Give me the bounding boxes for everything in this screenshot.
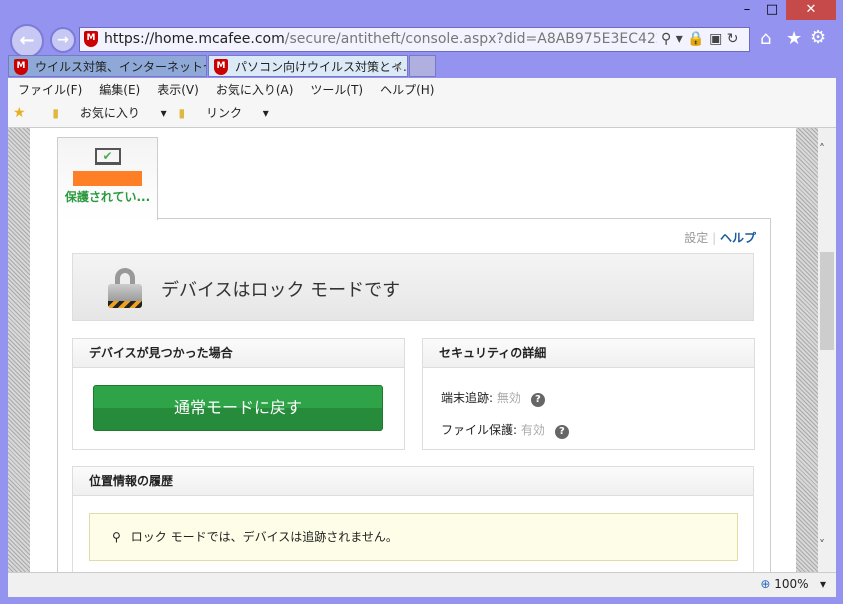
return-normal-mode-button[interactable]: 通常モードに戻す <box>93 385 383 431</box>
device-found-box: デバイスが見つかった場合 通常モードに戻す <box>72 338 405 450</box>
menu-bar: ファイル(F) 編集(E) 表示(V) お気に入り(A) ツール(T) ヘルプ(H) ★ … <box>8 78 836 128</box>
page-margin-left <box>8 128 30 572</box>
new-tab-button[interactable] <box>409 55 436 77</box>
tab-2[interactable]: M パソコン向けウイルス対策とイ... ✕ <box>208 55 408 77</box>
menu-edit[interactable]: 編集(E) <box>99 83 140 97</box>
top-links: 設定 | ヘルプ <box>684 231 756 245</box>
device-name-redacted <box>73 171 142 186</box>
tracking-value: 無効 <box>496 391 521 405</box>
address-tools[interactable]: ⚲ ▾ 🔒 ▣ ↻ <box>657 28 749 51</box>
menu-favorites[interactable]: お気に入り(A) <box>216 83 294 97</box>
zoom-icon: ⊕ <box>760 577 771 591</box>
device-found-title: デバイスが見つかった場合 <box>73 339 404 368</box>
mcafee-shield-icon: M <box>84 31 98 47</box>
lock-banner: デバイスはロック モードです <box>72 253 754 321</box>
tab-label: パソコン向けウイルス対策とイ... <box>235 60 408 74</box>
mcafee-shield-icon: M <box>214 59 228 75</box>
location-note: ⚲ ロック モードでは、デバイスは追跡されません。 <box>89 513 738 561</box>
page-viewport: ˄ ˅ ✔ 保護されてい... 設定 | ヘルプ デバイスはロック モードです … <box>8 128 836 586</box>
help-question-icon[interactable]: ? <box>530 393 545 407</box>
maximize-button[interactable]: □ <box>760 0 784 20</box>
device-tab[interactable]: ✔ 保護されてい... <box>57 137 158 220</box>
scroll-up-icon[interactable]: ˄ <box>819 142 825 156</box>
links-folder[interactable]: リンク <box>206 106 242 120</box>
favorites-folder[interactable]: お気に入り <box>80 106 140 120</box>
security-details-box: セキュリティの詳細 端末追跡: 無効? ファイル保護: 有効? <box>422 338 755 450</box>
tab-1[interactable]: M ウイルス対策、インターネットセキュ... <box>8 55 207 77</box>
home-icon[interactable]: ⌂ <box>760 28 771 49</box>
settings-link[interactable]: 設定 <box>684 231 708 245</box>
location-note-text: ロック モードでは、デバイスは追跡されません。 <box>130 530 398 544</box>
status-bar: ⊕ 100% ▾ <box>8 572 836 597</box>
gear-icon[interactable]: ⚙ <box>810 27 826 48</box>
padlock-icon <box>108 268 142 308</box>
zoom-level: 100% <box>774 577 809 591</box>
tracking-label: 端末追跡: <box>441 391 494 405</box>
scroll-down-icon[interactable]: ˅ <box>819 538 825 552</box>
folder-icon: ▮ <box>52 106 59 120</box>
menu-tools[interactable]: ツール(T) <box>310 83 363 97</box>
add-favorite-icon[interactable]: ★ <box>13 105 26 121</box>
close-tab-icon[interactable]: ✕ <box>393 56 403 76</box>
file-protection-label: ファイル保護: <box>441 423 518 437</box>
address-bar[interactable]: M https://home.mcafee.com/secure/antithe… <box>79 27 750 52</box>
lock-banner-text: デバイスはロック モードです <box>161 280 401 301</box>
laptop-check-icon: ✔ <box>94 148 121 165</box>
tracking-row: 端末追跡: 無効? <box>441 382 754 414</box>
folder-icon: ▮ <box>178 106 186 120</box>
map-pin-icon: ⚲ <box>112 530 121 544</box>
vertical-scrollbar[interactable]: ˄ ˅ <box>818 128 836 572</box>
minimize-button[interactable]: – <box>736 0 758 20</box>
menu-file[interactable]: ファイル(F) <box>18 83 82 97</box>
page-margin-right <box>796 128 818 572</box>
scrollbar-thumb[interactable] <box>820 252 834 350</box>
back-button[interactable]: ← <box>10 24 44 58</box>
device-status: 保護されてい... <box>64 190 151 204</box>
menu-help[interactable]: ヘルプ(H) <box>380 83 434 97</box>
tab-label: ウイルス対策、インターネットセキュ... <box>35 60 206 74</box>
zoom-control[interactable]: ⊕ 100% ▾ <box>760 577 826 591</box>
close-button[interactable]: ✕ <box>786 0 836 20</box>
file-protection-value: 有効 <box>520 423 545 437</box>
location-history-title: 位置情報の履歴 <box>73 467 753 496</box>
forward-button[interactable]: → <box>50 27 76 53</box>
help-link[interactable]: ヘルプ <box>720 231 756 245</box>
mcafee-shield-icon: M <box>14 59 28 75</box>
location-history-box: 位置情報の履歴 ⚲ ロック モードでは、デバイスは追跡されません。 <box>72 466 754 586</box>
favorites-star-icon[interactable]: ★ <box>786 28 802 49</box>
file-protection-row: ファイル保護: 有効? <box>441 414 754 446</box>
security-details-title: セキュリティの詳細 <box>423 339 754 368</box>
help-question-icon[interactable]: ? <box>554 425 569 439</box>
menu-view[interactable]: 表示(V) <box>157 83 199 97</box>
url-host: https://home.mcafee.com <box>104 31 285 47</box>
